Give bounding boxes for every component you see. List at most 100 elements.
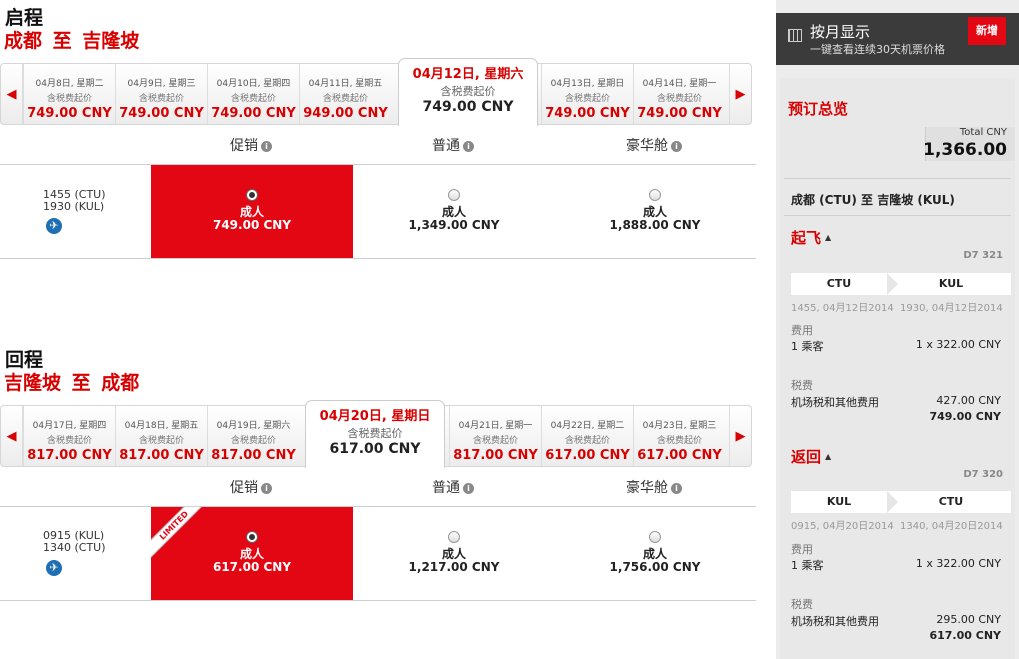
return-date-strip: ◀ 04月17日, 星期四 含税费起价 817.00 CNY 04月18日, 星…	[0, 400, 752, 468]
summary-route: 成都 (CTU) 至 吉隆坡 (KUL)	[791, 193, 955, 207]
next-dates-button[interactable]: ▶	[729, 64, 751, 124]
fare-header-label: 豪华舱	[626, 138, 668, 154]
fare-header-promo[interactable]: 促销 i	[151, 135, 351, 154]
subtotal-amount: 617.00 CNY	[929, 629, 1001, 642]
prev-dates-button[interactable]: ◀	[1, 64, 23, 124]
date-option-date: 04月8日, 星期二	[35, 79, 104, 89]
caret-up-icon: ▲	[825, 451, 832, 461]
date-option-date: 04月9日, 星期三	[127, 79, 196, 89]
date-option-price: 749.00 CNY	[211, 106, 296, 121]
booking-sidebar: 按月显示 一键查看连续30天机票价格 新增 预订总览 Total CNY 1,3…	[776, 0, 1019, 659]
tax-row: 机场税和其他费用 427.00 CNY	[791, 394, 1001, 410]
fare-option-economy[interactable]: 成人 1,349.00 CNY	[353, 165, 555, 258]
fee-label: 费用	[791, 543, 813, 556]
fare-header-premium[interactable]: 豪华舱 i	[554, 477, 754, 496]
date-option-label: 含税费起价	[472, 436, 518, 446]
return-section-title: 返回	[791, 448, 822, 466]
fare-header-promo[interactable]: 促销 i	[151, 477, 351, 496]
fare-option-premium[interactable]: 成人 1,756.00 CNY	[554, 507, 756, 600]
return-section-toggle[interactable]: 返回 ▲	[791, 446, 831, 467]
origin-code: KUL	[826, 495, 852, 508]
date-option[interactable]: 04月22日, 星期二 含税费起价 617.00 CNY	[541, 406, 633, 466]
date-option[interactable]: 04月23日, 星期三 含税费起价 617.00 CNY	[633, 406, 725, 466]
date-option-label: 含税费起价	[138, 436, 184, 446]
info-icon[interactable]: i	[463, 483, 474, 494]
next-dates-button[interactable]: ▶	[729, 406, 751, 466]
fare-option-premium[interactable]: 成人 1,888.00 CNY	[554, 165, 756, 258]
date-option-label: 含税费起价	[564, 94, 610, 104]
date-option[interactable]: 04月19日, 星期六 含税费起价 817.00 CNY	[207, 406, 299, 466]
fare-radio[interactable]	[649, 189, 661, 201]
fare-radio[interactable]	[448, 531, 460, 543]
fare-header-economy[interactable]: 普通 i	[353, 135, 553, 154]
date-option-date: 04月14日, 星期一	[642, 79, 717, 89]
date-option-date: 04月22日, 星期二	[550, 421, 625, 431]
date-option-date: 04月13日, 星期日	[550, 79, 625, 89]
date-option[interactable]: 04月8日, 星期二 含税费起价 749.00 CNY	[23, 64, 115, 124]
date-option-label: 含税费起价	[138, 94, 184, 104]
date-option-date: 04月11日, 星期五	[308, 79, 383, 89]
tax-row: 机场税和其他费用 295.00 CNY	[791, 613, 1001, 629]
tax-amount: 295.00 CNY	[936, 613, 1001, 626]
date-option[interactable]: 04月18日, 星期五 含税费起价 817.00 CNY	[115, 406, 207, 466]
fare-price: 1,349.00 CNY	[408, 218, 500, 232]
date-option[interactable]: 04月17日, 星期四 含税费起价 817.00 CNY	[23, 406, 115, 466]
fare-option-promo[interactable]: LIMITED 成人 617.00 CNY	[151, 507, 353, 600]
selected-date-label: 含税费起价	[440, 85, 496, 98]
selected-date-tab[interactable]: 04月12日, 星期六 含税费起价 749.00 CNY	[398, 58, 538, 126]
info-icon[interactable]: i	[261, 483, 272, 494]
booking-summary: 预订总览 Total CNY 1,366.00 成都 (CTU) 至 吉隆坡 (…	[780, 78, 1015, 659]
fare-radio[interactable]	[448, 189, 460, 201]
fare-header-economy[interactable]: 普通 i	[353, 477, 553, 496]
arrival-time: 1930 (KUL)	[43, 200, 105, 213]
fare-header-premium[interactable]: 豪华舱 i	[554, 135, 754, 154]
date-option[interactable]: 04月14日, 星期一 含税费起价 749.00 CNY	[633, 64, 725, 124]
info-icon[interactable]: i	[671, 141, 682, 152]
selected-date-price: 749.00 CNY	[422, 99, 514, 115]
date-option[interactable]: 04月21日, 星期一 含税费起价 817.00 CNY	[449, 406, 541, 466]
tax-label: 税费	[791, 598, 813, 611]
date-option[interactable]: 04月13日, 星期日 含税费起价 749.00 CNY	[541, 64, 633, 124]
return-section: 回程 吉隆坡 至 成都 ◀ 04月17日, 星期四 含税费起价 817.00 C…	[0, 342, 756, 612]
fare-header-label: 普通	[432, 480, 460, 496]
caret-up-icon: ▲	[825, 232, 832, 242]
chevron-right-icon	[887, 491, 898, 513]
date-option-label: 含税费起价	[46, 94, 92, 104]
plane-icon[interactable]: ✈	[46, 218, 62, 234]
depart-section-toggle[interactable]: 起飞 ▲	[791, 227, 831, 248]
date-option-price: 817.00 CNY	[27, 448, 112, 463]
tax-label: 税费	[791, 379, 813, 392]
fare-price: 1,888.00 CNY	[609, 218, 701, 232]
chevron-right-icon	[887, 273, 898, 295]
prev-dates-button[interactable]: ◀	[1, 406, 23, 466]
plane-icon[interactable]: ✈	[46, 560, 62, 576]
date-option-price: 617.00 CNY	[545, 448, 630, 463]
new-badge: 新增	[968, 17, 1006, 45]
fare-radio[interactable]	[246, 189, 258, 201]
monthly-view-button[interactable]: 按月显示 一键查看连续30天机票价格 新增	[776, 13, 1019, 65]
origin-time: 1455, 04月12日2014	[791, 303, 894, 314]
date-option-price: 617.00 CNY	[637, 448, 722, 463]
summary-title: 预订总览	[788, 100, 849, 118]
fare-option-promo[interactable]: 成人 749.00 CNY	[151, 165, 353, 258]
selected-date-label: 含税费起价	[347, 427, 403, 440]
info-icon[interactable]: i	[463, 141, 474, 152]
fare-option-economy[interactable]: 成人 1,217.00 CNY	[353, 507, 555, 600]
origin-code: CTU	[826, 277, 852, 290]
selected-date-tab[interactable]: 04月20日, 星期日 含税费起价 617.00 CNY	[305, 400, 445, 468]
date-option-price: 817.00 CNY	[211, 448, 296, 463]
info-icon[interactable]: i	[261, 141, 272, 152]
date-option[interactable]: 04月11日, 星期五 含税费起价 949.00 CNY	[299, 64, 391, 124]
date-option[interactable]: 04月9日, 星期三 含税费起价 749.00 CNY	[115, 64, 207, 124]
destination-code: KUL	[938, 277, 964, 290]
return-airports: KUL CTU	[791, 491, 1011, 513]
fare-price: 749.00 CNY	[212, 218, 292, 232]
date-option[interactable]: 04月10日, 星期四 含税费起价 749.00 CNY	[207, 64, 299, 124]
date-option-label: 含税费起价	[564, 436, 610, 446]
fare-radio[interactable]	[246, 531, 258, 543]
fare-radio[interactable]	[649, 531, 661, 543]
passenger-fee-amount: 1 x 322.00 CNY	[915, 338, 1001, 351]
outbound-route: 成都 至 吉隆坡	[4, 30, 140, 52]
date-option-date: 04月21日, 星期一	[458, 421, 533, 431]
info-icon[interactable]: i	[671, 483, 682, 494]
